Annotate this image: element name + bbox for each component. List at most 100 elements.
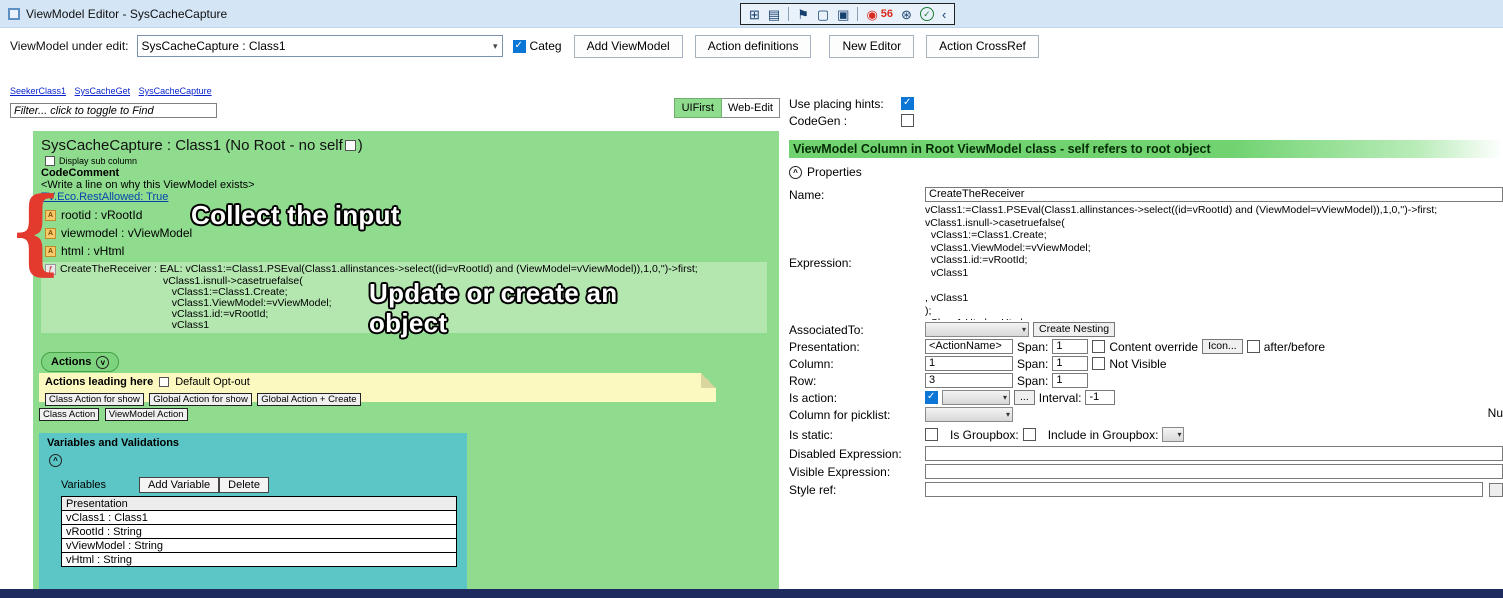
properties-expander[interactable]: ^ Properties [789,164,1503,180]
no-root-checkbox[interactable] [345,140,356,151]
icon-picker-button[interactable]: Icon... [1202,339,1243,354]
chevron-up-icon[interactable]: ^ [49,454,62,467]
visible-expression-row: Visible Expression: [789,464,1503,479]
row-input[interactable]: 3 [925,373,1013,388]
table-row[interactable]: vRootId : String [62,525,457,539]
name-input[interactable]: CreateTheReceiver [925,187,1503,202]
display-sub-column-row: Display sub column [45,155,773,167]
column-row-html[interactable]: A html : vHtml [45,242,773,260]
disabled-expression-input[interactable] [925,446,1503,461]
code-comment-placeholder[interactable]: <Write a line on why this ViewModel exis… [41,179,773,191]
link-syscachecapture[interactable]: SysCacheCapture [139,86,212,96]
link-seekerclass1[interactable]: SeekerClass1 [10,86,66,96]
style-ref-row: Style ref: [789,482,1503,497]
viewmodel-action-button[interactable]: ViewModel Action [105,408,188,421]
presentation-row: Presentation: <ActionName> Span: 1 Conte… [789,339,1503,354]
expression-row: Expression: vClass1:=Class1.PSEval(Class… [789,204,1503,320]
use-placing-hints-label: Use placing hints: [789,97,901,111]
action-crossref-button[interactable]: Action CrossRef [926,35,1039,58]
row-row: Row: 3 Span: 1 [789,373,1503,388]
viewmodel-class-title-close: ) [358,137,363,154]
expression-editor[interactable]: vClass1:=Class1.PSEval(Class1.allinstanc… [925,204,1437,320]
column-row-rootid[interactable]: A rootid : vRootId [45,206,773,224]
eal-expression-first-line: CreateTheReceiver : EAL: vClass1:=Class1… [60,264,698,275]
action-definitions-button[interactable]: Action definitions [695,35,812,58]
interval-label: Interval: [1039,391,1082,405]
action-dropdown[interactable]: ▾ [942,390,1010,405]
windows-taskbar[interactable] [0,589,1503,598]
presentation-span-input[interactable]: 1 [1052,339,1088,354]
viewmodel-design-surface: SysCacheCapture : Class1 (No Root - no s… [33,131,779,598]
row-span-input[interactable]: 1 [1052,373,1088,388]
visible-expression-input[interactable] [925,464,1503,479]
column-for-picklist-label: Column for picklist: [789,407,925,422]
column-input[interactable]: 1 [925,356,1013,371]
table-row[interactable]: vHtml : String [62,553,457,567]
filter-input[interactable] [10,103,217,118]
class-action-button[interactable]: Class Action [39,408,99,421]
is-action-checkbox[interactable] [925,391,938,404]
name-label: Name: [789,187,925,202]
class-action-for-show-button[interactable]: Class Action for show [45,393,144,406]
properties-panel: Use placing hints: CodeGen : ViewModel C… [785,88,1503,588]
check-icon[interactable]: ✓ [920,7,934,21]
frame-icon[interactable]: ▣ [837,8,849,21]
associated-to-dropdown[interactable]: ▾ [925,322,1029,337]
picklist-dropdown[interactable]: ▾ [925,407,1013,422]
content-override-checkbox[interactable] [1092,340,1105,353]
titlebar: ViewModel Editor - SysCacheCapture ⊞ ▤ ⚑… [0,0,1503,28]
variable-cell: vHtml : String [62,553,457,567]
new-editor-button[interactable]: New Editor [829,35,914,58]
codegen-checkbox[interactable] [901,114,914,127]
style-ref-input[interactable] [925,482,1483,497]
create-the-receiver-line: ƒ CreateTheReceiver : EAL: vClass1:=Clas… [45,264,763,275]
include-in-groupbox-dropdown[interactable]: ▾ [1162,427,1184,442]
variables-and-validations-section: Variables and Validations ^ Variables Ad… [39,433,467,593]
viewmodel-under-edit-label: ViewModel under edit: [10,39,129,53]
properties-label: Properties [807,165,862,179]
delete-variable-button[interactable]: Delete [219,477,269,493]
tab-webedit[interactable]: Web-Edit [722,98,780,118]
global-action-create-button[interactable]: Global Action + Create [257,393,360,406]
not-visible-checkbox[interactable] [1092,357,1105,370]
camera-icon[interactable]: ▤ [768,8,780,21]
viewmodel-editor-window: ViewModel Editor - SysCacheCapture ⊞ ▤ ⚑… [0,0,1503,598]
add-variable-button[interactable]: Add Variable [139,477,219,493]
record-count: 56 [881,8,893,20]
interval-input[interactable]: -1 [1085,390,1115,405]
use-placing-hints-checkbox[interactable] [901,97,914,110]
categ-checkbox[interactable] [513,40,526,53]
row-label: Row: [789,373,925,388]
column-span-input[interactable]: 1 [1052,356,1088,371]
is-groupbox-checkbox[interactable] [1023,428,1036,441]
create-nesting-button[interactable]: Create Nesting [1033,322,1115,337]
actions-leading-label: Actions leading here [45,376,153,388]
add-viewmodel-button[interactable]: Add ViewModel [574,35,683,58]
back-icon[interactable]: ‹ [942,8,946,21]
action-ellipsis-button[interactable]: ... [1014,390,1035,405]
table-row[interactable]: vViewModel : String [62,539,457,553]
default-optout-checkbox[interactable] [159,377,169,387]
accessibility-icon[interactable]: ⊛ [901,8,912,21]
column-row-viewmodel[interactable]: A viewmodel : vViewModel [45,224,773,242]
export-icon[interactable]: ⊞ [749,8,760,21]
tab-uifirst[interactable]: UIFirst [674,98,722,118]
link-syscacheget[interactable]: SysCacheGet [75,86,131,96]
column-for-picklist-row: Column for picklist: ▾ [789,407,1503,422]
stop-icon[interactable]: ▢ [817,8,829,21]
display-sub-column-checkbox[interactable] [45,156,55,166]
flag-icon[interactable]: ⚑ [797,8,809,21]
actions-label: Actions [51,356,91,368]
is-static-checkbox[interactable] [925,428,938,441]
table-row[interactable]: vClass1 : Class1 [62,511,457,525]
visible-expression-label: Visible Expression: [789,464,925,479]
global-action-for-show-button[interactable]: Global Action for show [149,393,252,406]
style-ref-button[interactable] [1489,483,1503,497]
record-icon[interactable]: ◉ [866,8,877,21]
actions-expander[interactable]: Actions v [41,352,119,372]
command-bar: ViewModel under edit: SysCacheCapture : … [0,28,1503,64]
after-before-checkbox[interactable] [1247,340,1260,353]
presentation-input[interactable]: <ActionName> [925,339,1013,354]
not-visible-label: Not Visible [1109,357,1166,371]
viewmodel-select[interactable]: SysCacheCapture : Class1 ▾ [137,35,503,57]
